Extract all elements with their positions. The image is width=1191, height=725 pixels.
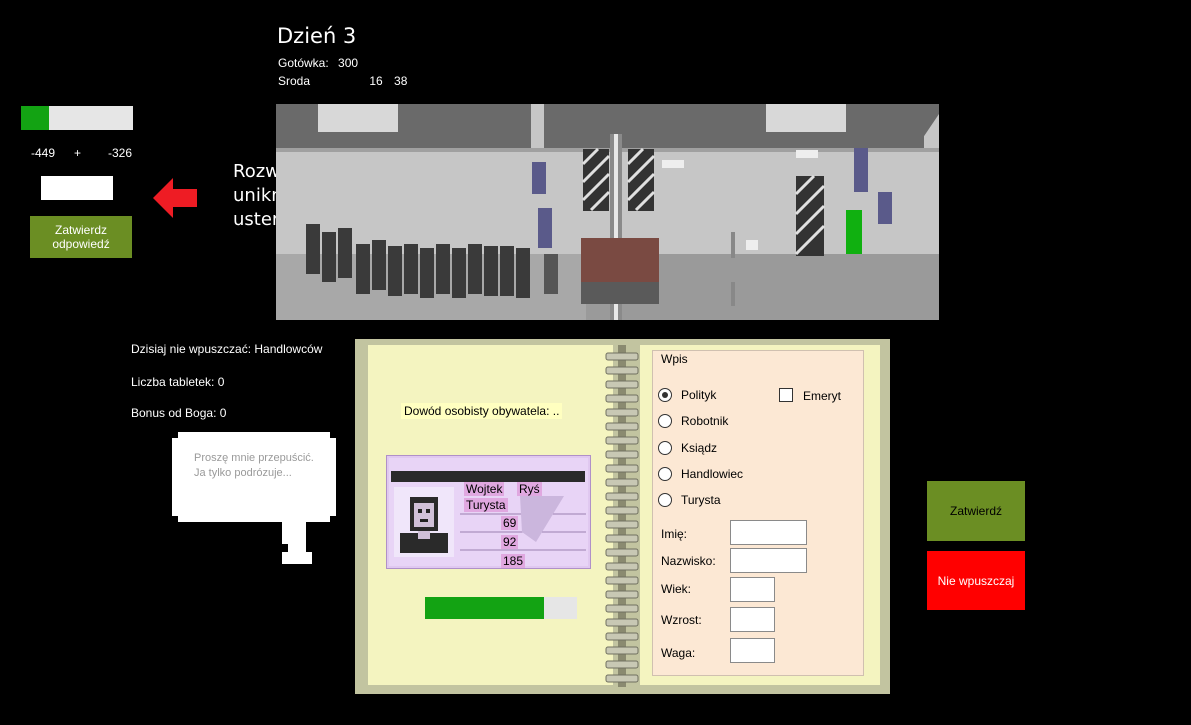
puzzle-timer-fill xyxy=(21,106,49,130)
puzzle-operator: + xyxy=(74,146,82,160)
puzzle-timer-bar xyxy=(21,106,133,130)
passport-photo-icon xyxy=(394,487,454,557)
radio-label-ksiadz: Ksiądz xyxy=(681,441,718,455)
spiral-ring xyxy=(605,674,639,683)
spiral-ring xyxy=(605,562,639,571)
id-last-name: Ryś xyxy=(517,482,542,496)
spiral-ring xyxy=(605,534,639,543)
cash-value: 300 xyxy=(338,56,359,70)
age-label: Wiek: xyxy=(661,582,691,596)
checkpoint-scene xyxy=(276,104,939,320)
submit-answer-button[interactable]: Zatwierdz odpowiedź xyxy=(30,216,132,258)
id-card-header-bar xyxy=(391,471,585,482)
height-input[interactable] xyxy=(730,607,775,632)
checkbox-emeryt[interactable] xyxy=(779,388,793,402)
spiral-ring xyxy=(605,520,639,529)
notebook-spiral xyxy=(605,345,639,687)
traveler-speech: Proszę mnie przepuścić. Ja tylko podrózu… xyxy=(194,452,314,479)
spiral-ring xyxy=(605,352,639,361)
puzzle-answer-input[interactable] xyxy=(41,176,113,200)
day-title: Dzień 3 xyxy=(277,24,357,48)
spiral-ring xyxy=(605,660,639,669)
spiral-ring xyxy=(605,492,639,501)
spiral-ring xyxy=(605,422,639,431)
weight-label: Waga: xyxy=(661,646,696,660)
radio-label-handlowiec: Handlowiec xyxy=(681,467,744,481)
form-title: Wpis xyxy=(661,352,688,366)
last-name-input[interactable] xyxy=(730,548,807,573)
age-input[interactable] xyxy=(730,577,775,602)
radio-turysta[interactable] xyxy=(658,493,672,507)
spiral-ring xyxy=(605,590,639,599)
height-label: Wzrost: xyxy=(661,613,702,627)
radio-ksiadz[interactable] xyxy=(658,441,672,455)
spiral-ring xyxy=(605,394,639,403)
id-age: 69 xyxy=(501,516,519,530)
id-profession: Turysta xyxy=(464,498,508,512)
weekday-label: Sroda xyxy=(278,74,311,88)
spiral-ring xyxy=(605,380,639,389)
spiral-ring xyxy=(605,548,639,557)
radio-label-turysta: Turysta xyxy=(681,493,721,507)
banned-rule: Dzisiaj nie wpuszczać: Handlowców xyxy=(131,342,323,356)
spiral-ring xyxy=(605,366,639,375)
document-check-bar xyxy=(425,597,577,619)
spiral-ring xyxy=(605,450,639,459)
cash-label: Gotówka: xyxy=(278,56,329,70)
weight-input[interactable] xyxy=(730,638,775,663)
deny-button[interactable]: Nie wpuszczaj xyxy=(927,551,1025,610)
radio-robotnik[interactable] xyxy=(658,414,672,428)
clock-row: Sroda 16 38 xyxy=(278,74,407,88)
puzzle-operand-a: -449 xyxy=(31,146,56,160)
checkbox-label-emeryt: Emeryt xyxy=(803,389,842,403)
radio-polityk[interactable] xyxy=(658,388,672,402)
puzzle-operand-b: -326 xyxy=(108,146,133,160)
radio-handlowiec[interactable] xyxy=(658,467,672,481)
radio-label-robotnik: Robotnik xyxy=(681,414,729,428)
pill-count: Liczba tabletek: 0 xyxy=(131,375,225,389)
god-bonus: Bonus od Boga: 0 xyxy=(131,406,227,420)
spiral-ring xyxy=(605,646,639,655)
spiral-ring xyxy=(605,604,639,613)
id-weight: 92 xyxy=(501,535,519,549)
spiral-ring xyxy=(605,408,639,417)
spiral-ring xyxy=(605,478,639,487)
spiral-ring xyxy=(605,632,639,641)
radio-label-polityk: Polityk xyxy=(681,388,717,402)
last-name-label: Nazwisko: xyxy=(661,554,716,568)
id-first-name: Wojtek xyxy=(464,482,505,496)
spiral-ring xyxy=(605,576,639,585)
spiral-ring xyxy=(605,618,639,627)
arrow-left-icon xyxy=(153,178,197,218)
spiral-ring xyxy=(605,464,639,473)
clock-hour: 16 xyxy=(369,74,383,88)
spiral-ring xyxy=(605,506,639,515)
id-height: 185 xyxy=(501,554,526,568)
cash-row: Gotówka: 300 xyxy=(278,56,358,70)
approve-button[interactable]: Zatwierdź xyxy=(927,481,1025,541)
first-name-label: Imię: xyxy=(661,527,688,541)
document-check-fill xyxy=(425,597,544,619)
document-title: Dowód osobisty obywatela: .. xyxy=(401,403,563,419)
first-name-input[interactable] xyxy=(730,520,807,545)
clock-minute: 38 xyxy=(394,74,408,88)
spiral-ring xyxy=(605,436,639,445)
